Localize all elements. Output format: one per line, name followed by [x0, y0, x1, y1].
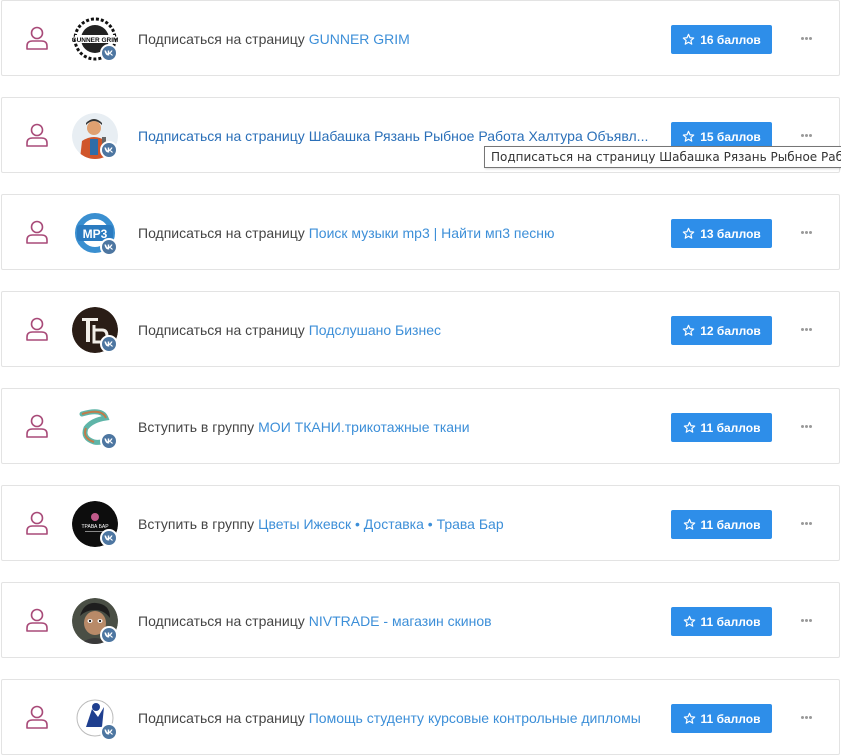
star-icon	[682, 130, 695, 143]
svg-text:GUNNER GRIM: GUNNER GRIM	[72, 37, 118, 44]
points-label: 16 баллов	[700, 32, 761, 47]
vk-icon	[100, 44, 118, 62]
user-icon	[24, 122, 50, 148]
vk-icon	[100, 626, 118, 644]
avatar[interactable]	[72, 598, 120, 646]
task-action: Подписаться на страницу	[138, 31, 305, 47]
task-card: MP3 Подписаться на страницу Поиск музыки…	[1, 194, 840, 270]
task-description[interactable]: Подписаться на страницу Подслушано Бизне…	[138, 292, 441, 368]
star-icon	[683, 615, 696, 628]
avatar[interactable]	[72, 404, 120, 452]
user-icon	[24, 219, 50, 245]
user-icon	[24, 607, 50, 633]
task-description[interactable]: Подписаться на страницу GUNNER GRIM	[138, 1, 410, 77]
vk-icon	[100, 238, 118, 256]
points-label: 15 баллов	[700, 129, 761, 144]
points-button[interactable]: 11 баллов	[671, 413, 772, 442]
user-icon	[24, 704, 50, 730]
more-options-icon[interactable]	[798, 515, 814, 531]
task-card: Подписаться на страницу Подслушано Бизне…	[1, 291, 840, 367]
more-options-icon[interactable]	[798, 30, 814, 46]
points-button[interactable]: 13 баллов	[671, 219, 772, 248]
avatar[interactable]	[72, 695, 120, 743]
points-label: 11 баллов	[700, 614, 761, 629]
points-label: 13 баллов	[700, 226, 761, 241]
star-icon	[683, 421, 696, 434]
avatar[interactable]: GUNNER GRIM	[72, 16, 120, 64]
points-button[interactable]: 11 баллов	[671, 607, 772, 636]
avatar[interactable]: MP3	[72, 210, 120, 258]
star-icon	[683, 712, 696, 725]
task-action: Подписаться на страницу	[138, 128, 305, 144]
user-icon	[24, 413, 50, 439]
user-icon	[24, 316, 50, 342]
task-description[interactable]: Подписаться на страницу Поиск музыки mp3…	[138, 195, 555, 271]
task-target-link[interactable]: Цветы Ижевск • Доставка • Трава Бар	[258, 516, 503, 532]
points-button[interactable]: 12 баллов	[671, 316, 772, 345]
star-icon	[682, 324, 695, 337]
points-button[interactable]: 11 баллов	[671, 704, 772, 733]
task-description[interactable]: Вступить в группу Цветы Ижевск • Доставк…	[138, 486, 504, 562]
task-description[interactable]: Подписаться на страницу Помощь студенту …	[138, 680, 641, 755]
task-target-link[interactable]: Помощь студенту курсовые контрольные дип…	[309, 710, 641, 726]
vk-icon	[100, 723, 118, 741]
task-target-link[interactable]: МОИ ТКАНИ.трикотажные ткани	[258, 419, 469, 435]
vk-icon	[100, 432, 118, 450]
more-options-icon[interactable]	[798, 224, 814, 240]
task-card: Подписаться на страницу NIVTRADE - магаз…	[1, 582, 840, 658]
points-label: 11 баллов	[700, 420, 761, 435]
more-options-icon[interactable]	[798, 418, 814, 434]
points-label: 11 баллов	[700, 711, 761, 726]
task-target-link[interactable]: Шабашка Рязань Рыбное Работа Халтура Объ…	[309, 128, 649, 144]
avatar[interactable]	[72, 113, 120, 161]
task-description[interactable]: Вступить в группу МОИ ТКАНИ.трикотажные …	[138, 389, 470, 465]
star-icon	[682, 227, 695, 240]
task-card: ТРАВА БАР Вступить в группу Цветы Ижевск…	[1, 485, 840, 561]
task-target-link[interactable]: NIVTRADE - магазин скинов	[309, 613, 492, 629]
more-options-icon[interactable]	[798, 127, 814, 143]
star-icon	[683, 518, 696, 531]
task-card: GUNNER GRIM Подписаться на страницу GUNN…	[1, 0, 840, 76]
task-target-link[interactable]: Поиск музыки mp3 | Найти мп3 песню	[309, 225, 555, 241]
avatar[interactable]: ТРАВА БАР	[72, 501, 120, 549]
star-icon	[682, 33, 695, 46]
task-description[interactable]: Подписаться на страницу NIVTRADE - магаз…	[138, 583, 492, 659]
avatar[interactable]	[72, 307, 120, 355]
task-card: Вступить в группу МОИ ТКАНИ.трикотажные …	[1, 388, 840, 464]
task-card: Подписаться на страницу Помощь студенту …	[1, 679, 840, 755]
points-button[interactable]: 11 баллов	[671, 510, 772, 539]
task-action: Вступить в группу	[138, 419, 255, 435]
points-button[interactable]: 16 баллов	[671, 25, 772, 54]
points-label: 11 баллов	[700, 517, 761, 532]
tooltip: Подписаться на страницу Шабашка Рязань Р…	[484, 146, 841, 168]
task-target-link[interactable]: Подслушано Бизнес	[309, 322, 441, 338]
vk-icon	[100, 141, 118, 159]
user-icon	[24, 25, 50, 51]
more-options-icon[interactable]	[798, 709, 814, 725]
more-options-icon[interactable]	[798, 321, 814, 337]
task-action: Подписаться на страницу	[138, 225, 305, 241]
vk-icon	[100, 335, 118, 353]
vk-icon	[100, 529, 118, 547]
task-action: Подписаться на страницу	[138, 613, 305, 629]
task-action: Подписаться на страницу	[138, 710, 305, 726]
more-options-icon[interactable]	[798, 612, 814, 628]
task-target-link[interactable]: GUNNER GRIM	[309, 31, 410, 47]
task-action: Подписаться на страницу	[138, 322, 305, 338]
task-action: Вступить в группу	[138, 516, 255, 532]
points-label: 12 баллов	[700, 323, 761, 338]
user-icon	[24, 510, 50, 536]
